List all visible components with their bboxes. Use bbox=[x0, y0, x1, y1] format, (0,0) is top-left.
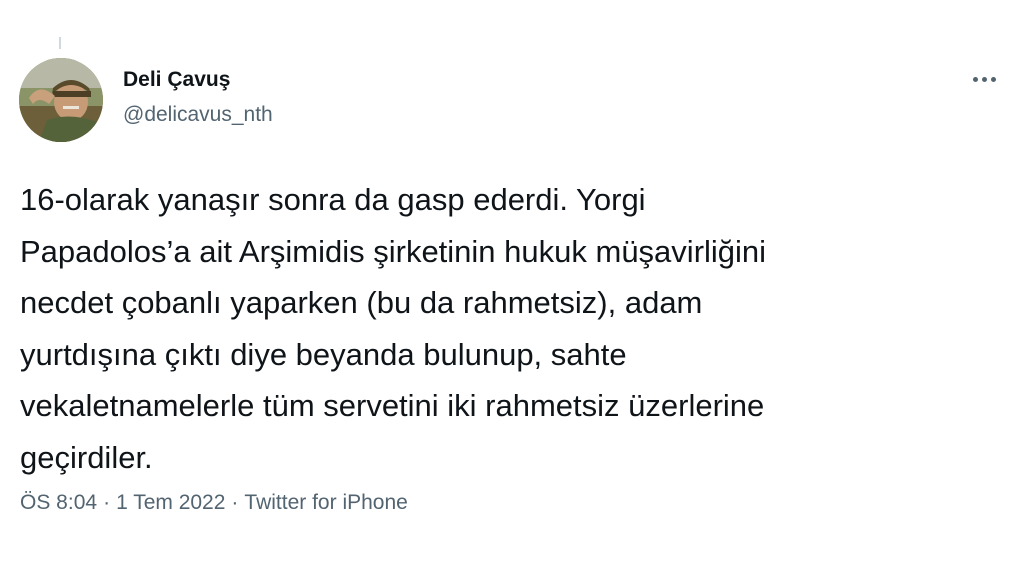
more-horizontal-icon-dot bbox=[990, 76, 996, 82]
tweet-text: 16-olarak yanaşır sonra da gasp ederdi. … bbox=[20, 174, 1010, 483]
tweet-time-link[interactable]: ÖS 8:04 bbox=[20, 491, 97, 514]
more-horizontal-icon-dot bbox=[981, 76, 987, 82]
tweet-source-link[interactable]: Twitter for iPhone bbox=[244, 491, 407, 514]
tweet-text-line: 16-olarak yanaşır sonra da gasp ederdi. … bbox=[20, 182, 646, 217]
meta-separator: · bbox=[231, 491, 239, 514]
meta-separator: · bbox=[103, 491, 111, 514]
more-horizontal-icon bbox=[972, 76, 978, 82]
tweet-text-line: necdet çobanlı yaparken (bu da rahmetsiz… bbox=[20, 285, 703, 320]
tweet-text-line: vekaletnamelerle tüm servetini iki rahme… bbox=[20, 388, 765, 423]
tweet-metadata: ÖS 8:04 · 1 Tem 2022 · Twitter for iPhone bbox=[20, 491, 408, 515]
more-options-button[interactable] bbox=[966, 64, 1002, 94]
thread-connector-line bbox=[59, 37, 61, 49]
user-handle[interactable]: @delicavus_nth bbox=[123, 103, 273, 127]
tweet-text-line: geçirdiler. bbox=[20, 439, 153, 475]
tweet-text-line: Papadolos’a ait Arşimidis şirketinin huk… bbox=[20, 233, 767, 269]
avatar-image bbox=[19, 58, 103, 142]
user-display-name[interactable]: Deli Çavuş bbox=[123, 68, 230, 92]
tweet-date-link[interactable]: 1 Tem 2022 bbox=[116, 491, 225, 514]
avatar[interactable] bbox=[19, 58, 103, 142]
tweet-text-line: yurtdışına çıktı diye beyanda bulunup, s… bbox=[20, 336, 627, 372]
